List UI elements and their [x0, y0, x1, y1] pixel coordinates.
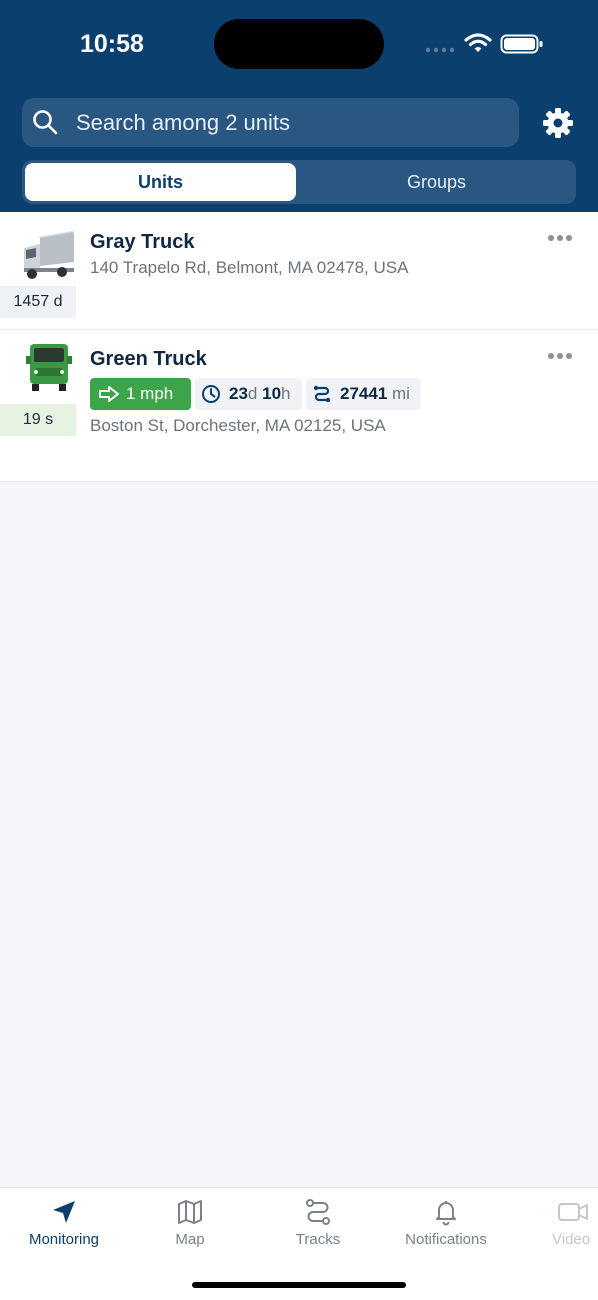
clock-icon [202, 385, 220, 403]
unit-stats: 1 mph 23d 10h 27441 mi [90, 378, 430, 410]
wifi-icon [464, 33, 492, 52]
search-input[interactable]: Search among 2 units [76, 98, 290, 147]
unit-row[interactable]: 1457 d Gray Truck 140 Trapelo Rd, Belmon… [0, 212, 598, 330]
battery-icon [500, 34, 543, 54]
more-options-icon[interactable] [547, 234, 573, 242]
duration-hours-unit: h [281, 384, 291, 403]
unit-list: 1457 d Gray Truck 140 Trapelo Rd, Belmon… [0, 212, 598, 482]
bottom-tab-bar: Monitoring Map Tracks Notifications Vide… [0, 1187, 598, 1300]
duration-days: 23 [229, 384, 248, 403]
route-icon [306, 1199, 330, 1225]
search-icon [33, 110, 58, 135]
speed-value: 1 mph [126, 384, 174, 403]
duration-days-unit: d [247, 384, 258, 403]
route-icon [313, 385, 331, 403]
mileage-badge: 27441 mi [306, 378, 421, 410]
tab-label: Video [552, 1231, 591, 1248]
search-bar[interactable]: Search among 2 units [22, 98, 519, 147]
gray-truck-icon [24, 231, 74, 279]
cellular-signal-icon [425, 47, 455, 53]
tab-tracks[interactable]: Tracks [278, 1188, 358, 1258]
last-update-age: 1457 d [0, 286, 76, 318]
mileage-unit: mi [392, 384, 410, 403]
status-icons [424, 30, 546, 58]
unit-name: Green Truck [90, 348, 207, 370]
dynamic-island [214, 19, 384, 69]
unit-row[interactable]: 19 s Green Truck 1 mph 23d 10h 27441 mi … [0, 330, 598, 482]
navigation-arrow-icon [53, 1201, 75, 1223]
tab-map[interactable]: Map [150, 1188, 230, 1258]
last-update-age: 19 s [0, 404, 76, 436]
home-indicator [192, 1282, 406, 1288]
green-truck-icon [26, 344, 72, 391]
mileage-value: 27441 [340, 384, 388, 403]
status-time: 10:58 [80, 30, 144, 58]
tab-video[interactable]: Video [538, 1188, 598, 1258]
tab-label: Notifications [405, 1231, 487, 1248]
tab-monitoring[interactable]: Monitoring [14, 1188, 114, 1258]
duration-hours: 10 [262, 384, 282, 403]
map-icon [178, 1200, 202, 1224]
video-camera-icon [558, 1203, 588, 1221]
duration-badge: 23d 10h [195, 378, 302, 410]
tab-label: Map [175, 1231, 205, 1248]
bell-icon [436, 1201, 456, 1226]
tab-groups[interactable]: Groups [301, 163, 572, 201]
unit-address: Boston St, Dorchester, MA 02125, USA [90, 416, 386, 435]
units-groups-segmented-control: Units Groups [22, 160, 576, 204]
app-header: 10:58 Search among 2 units Units Groups [0, 0, 598, 212]
more-options-icon[interactable] [547, 352, 573, 360]
moving-arrow-icon [99, 386, 119, 402]
unit-name: Gray Truck [90, 231, 195, 253]
tab-units[interactable]: Units [25, 163, 296, 201]
gear-icon[interactable] [541, 106, 575, 140]
speed-badge: 1 mph [90, 378, 191, 410]
tab-notifications[interactable]: Notifications [394, 1188, 498, 1258]
tab-label: Tracks [295, 1231, 341, 1248]
tab-label: Monitoring [28, 1231, 100, 1248]
unit-address: 140 Trapelo Rd, Belmont, MA 02478, USA [90, 258, 409, 277]
